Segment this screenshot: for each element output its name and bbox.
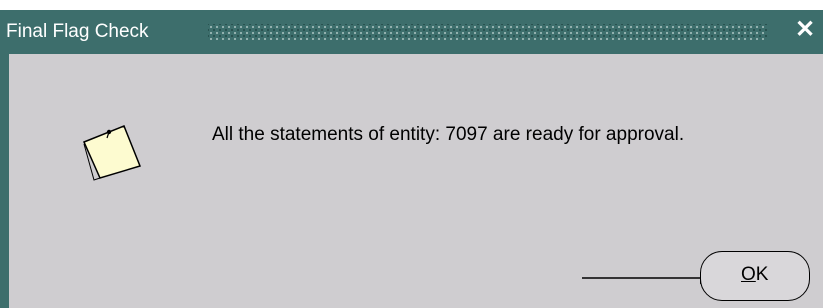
ok-mnemonic: O — [741, 264, 756, 285]
note-icon — [82, 125, 142, 181]
title-bar-pattern — [208, 24, 768, 40]
message-text: All the statements of entity: 7097 are r… — [212, 124, 685, 145]
ok-button-label: OK — [741, 264, 768, 286]
ok-button[interactable]: OK — [700, 251, 810, 301]
arrow-icon — [582, 272, 714, 284]
window-title: Final Flag Check — [6, 21, 149, 42]
close-icon[interactable]: ✕ — [795, 16, 815, 44]
title-bar[interactable]: Final Flag Check ✕ — [0, 10, 823, 54]
dialog-window: Final Flag Check ✕ All the statements of… — [0, 10, 823, 308]
window-left-border — [0, 54, 9, 308]
ok-label-rest: K — [755, 264, 769, 285]
